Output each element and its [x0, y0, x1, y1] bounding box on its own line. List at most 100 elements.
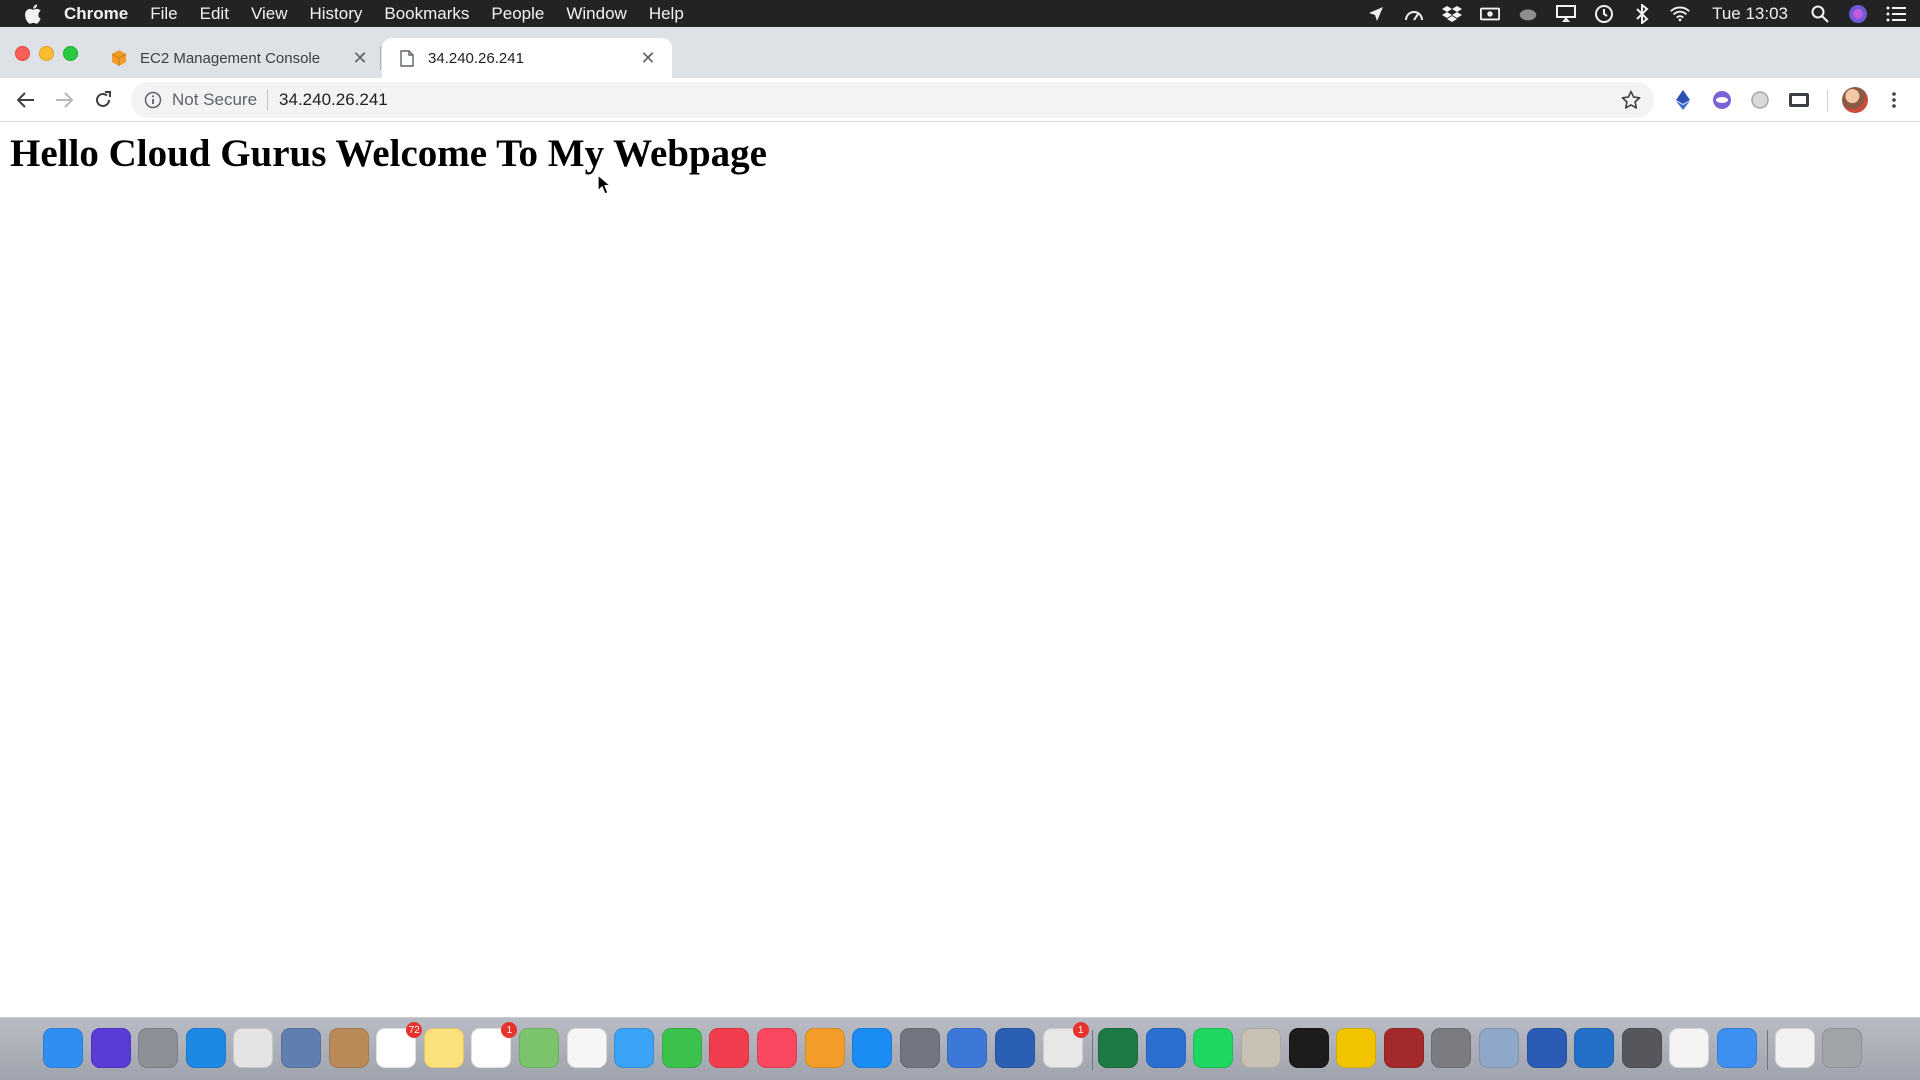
dock-mail-app-icon[interactable]: [281, 1028, 321, 1068]
vpn-extension-icon[interactable]: [1710, 88, 1734, 112]
dock-word-icon[interactable]: [1526, 1028, 1567, 1068]
circle-extension-icon[interactable]: [1748, 88, 1772, 112]
tab-separator: [380, 46, 381, 70]
chrome-menu-kebab-icon[interactable]: [1882, 88, 1906, 112]
menu-view[interactable]: View: [251, 4, 288, 24]
macos-dock: 72 1 1: [0, 1017, 1920, 1080]
dock-badge: 72: [406, 1022, 423, 1038]
dropbox-icon[interactable]: [1442, 4, 1463, 24]
profile-avatar[interactable]: [1842, 87, 1868, 113]
window-minimize-button[interactable]: [39, 46, 54, 61]
dock-notes-icon[interactable]: [423, 1028, 464, 1068]
dock-messages-icon[interactable]: [614, 1028, 655, 1068]
dock-edge-icon[interactable]: [1145, 1028, 1186, 1068]
chrome-toolbar: Not Secure 34.240.26.241: [0, 78, 1920, 122]
tab-title: 34.240.26.241: [428, 49, 524, 67]
dock-terminal-icon[interactable]: [1288, 1028, 1329, 1068]
menu-bar-clock[interactable]: Tue 13:03: [1712, 4, 1788, 24]
menu-history[interactable]: History: [309, 4, 362, 24]
address-bar[interactable]: Not Secure 34.240.26.241: [131, 82, 1654, 118]
mouse-pointer-icon: [597, 174, 611, 195]
dock-calendar-icon[interactable]: 72: [376, 1022, 423, 1068]
menu-window[interactable]: Window: [566, 4, 626, 24]
dock-remote-desktop-icon[interactable]: [995, 1028, 1035, 1068]
reload-icon[interactable]: [88, 85, 118, 115]
dock-vpn-peak-icon[interactable]: [1574, 1028, 1615, 1068]
page-heading: Hello Cloud Gurus Welcome To My Webpage: [10, 132, 767, 175]
dock-script-editor-icon[interactable]: [1241, 1028, 1281, 1068]
time-machine-icon[interactable]: [1594, 4, 1614, 24]
aws-cube-icon: [110, 49, 128, 67]
siri-icon[interactable]: [1848, 4, 1868, 24]
bluetooth-icon[interactable]: [1632, 3, 1652, 24]
gauge-icon[interactable]: [1404, 4, 1424, 24]
dock-chart-app-icon[interactable]: [1669, 1028, 1710, 1068]
close-tab-icon[interactable]: ✕: [638, 48, 658, 68]
dock-movie-app-icon[interactable]: [1621, 1028, 1662, 1068]
dock-contacts-icon[interactable]: [328, 1028, 369, 1068]
dock-maps-icon[interactable]: [519, 1028, 559, 1068]
dock-badge: 1: [501, 1022, 518, 1038]
dock-separator: [1092, 1030, 1094, 1070]
dock-chrome-icon[interactable]: [233, 1028, 274, 1068]
dock-vpn-app-icon[interactable]: [1336, 1028, 1377, 1068]
dock-app-store-icon[interactable]: [852, 1028, 893, 1068]
location-arrow-icon[interactable]: [1366, 4, 1386, 24]
toolbar-separator: [1827, 90, 1828, 112]
dock-documents-folder-icon[interactable]: [1774, 1028, 1815, 1068]
page-icon: [398, 49, 416, 67]
wifi-icon[interactable]: [1670, 4, 1690, 24]
menu-edit[interactable]: Edit: [200, 4, 229, 24]
info-icon[interactable]: [143, 90, 163, 110]
dock-photos-icon[interactable]: [566, 1028, 607, 1068]
tab-active-page[interactable]: 34.240.26.241 ✕: [382, 38, 672, 78]
screen-capture-extension-icon[interactable]: [1787, 88, 1811, 112]
security-status-label[interactable]: Not Secure: [172, 90, 257, 110]
dock-launchpad-icon[interactable]: [138, 1028, 179, 1068]
web-page-content: Hello Cloud Gurus Welcome To My Webpage: [0, 122, 1920, 1017]
dock-music-icon[interactable]: [757, 1028, 797, 1068]
menu-people[interactable]: People: [491, 4, 544, 24]
dock-preview-icon[interactable]: [1479, 1028, 1519, 1068]
menu-file[interactable]: File: [150, 4, 177, 24]
dock-keyboard-app-icon[interactable]: [1431, 1028, 1472, 1068]
cloud-sync-icon[interactable]: [1518, 4, 1538, 24]
tab-ec2-management-console[interactable]: EC2 Management Console ✕: [94, 38, 384, 78]
window-close-button[interactable]: [15, 46, 30, 61]
tab-title: EC2 Management Console: [140, 49, 321, 67]
dock-network-utility-icon[interactable]: [947, 1028, 988, 1068]
dock-facetime-icon[interactable]: [661, 1028, 702, 1068]
dock-separator: [1766, 1030, 1768, 1070]
dock-safari-icon[interactable]: [185, 1028, 226, 1068]
dock-excel-icon[interactable]: [1098, 1028, 1139, 1068]
dock-badge: 1: [1072, 1022, 1089, 1038]
camera-recorder-icon[interactable]: [1480, 4, 1501, 24]
url-text[interactable]: 34.240.26.241: [279, 90, 388, 110]
dock-system-preferences-icon[interactable]: [899, 1028, 940, 1068]
dock-finder-icon[interactable]: [43, 1028, 83, 1068]
omnibox-divider: [267, 90, 269, 110]
menu-app-chrome[interactable]: Chrome: [64, 4, 128, 24]
window-zoom-button[interactable]: [63, 46, 78, 61]
dock-reminders-icon[interactable]: 1: [471, 1022, 518, 1068]
dock-news-icon[interactable]: [709, 1028, 750, 1068]
bookmark-star-icon[interactable]: [1620, 89, 1642, 111]
back-arrow-icon[interactable]: [11, 85, 41, 115]
menu-help[interactable]: Help: [649, 4, 684, 24]
apple-icon[interactable]: [22, 3, 44, 25]
ethereum-extension-icon[interactable]: [1671, 88, 1695, 112]
forward-arrow-icon[interactable]: [49, 85, 79, 115]
dock-skype-s-icon[interactable]: 1: [1042, 1022, 1089, 1068]
dock-siri-icon[interactable]: [90, 1028, 131, 1068]
notification-center-icon[interactable]: [1886, 4, 1906, 24]
close-tab-icon[interactable]: ✕: [350, 48, 370, 68]
dock-trash-icon[interactable]: [1822, 1028, 1863, 1068]
macos-menu-bar: Chrome File Edit View History Bookmarks …: [0, 0, 1920, 27]
spotlight-search-icon[interactable]: [1810, 4, 1830, 24]
dock-keynote-icon[interactable]: [1717, 1028, 1757, 1068]
menu-bookmarks[interactable]: Bookmarks: [384, 4, 469, 24]
airplay-icon[interactable]: [1556, 4, 1577, 24]
dock-dictionary-icon[interactable]: [1383, 1028, 1424, 1068]
dock-books-icon[interactable]: [804, 1028, 845, 1068]
dock-spotify-icon[interactable]: [1193, 1028, 1234, 1068]
